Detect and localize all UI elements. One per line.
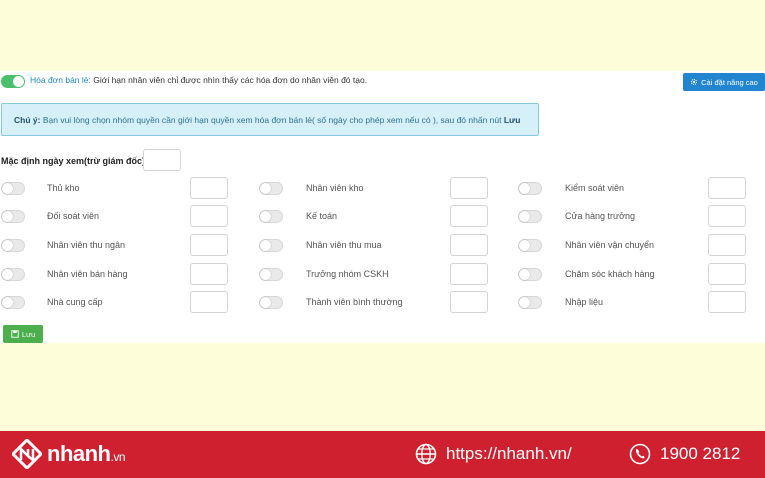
role-name: Cửa hàng trưởng [565,211,635,221]
role-name: Chăm sóc khách hàng [565,269,655,279]
role-days-input[interactable] [708,205,746,227]
role-toggle[interactable] [1,296,25,309]
footer-bar: nhanh.vn https://nhanh.vn/ 1900 2812 [0,431,765,478]
save-button[interactable]: Lưu [3,325,43,343]
role-name: Nhân viên bán hàng [47,269,128,279]
role-toggle[interactable] [1,268,25,281]
role-name: Nhân viên thu ngân [47,240,126,250]
role-days-input[interactable] [190,291,228,313]
notice-prefix: Chú ý: [14,115,41,125]
role-toggle[interactable] [259,210,283,223]
save-icon [11,330,19,338]
role-name: Nhân viên kho [306,183,364,193]
role-name: Nhà cung cấp [47,297,103,307]
default-days-input[interactable] [143,149,181,171]
notice-text: Bạn vui lòng chọn nhóm quyền cần giới hạ… [42,115,502,125]
brand-n-icon [12,439,42,469]
role-days-input[interactable] [450,234,488,256]
settings-panel: Hóa đơn bán lẻ: Giới hạn nhân viên chỉ đ… [0,71,765,343]
phone-text: 1900 2812 [660,444,741,463]
role-toggle[interactable] [1,182,25,195]
role-toggle[interactable] [259,268,283,281]
role-name: Thủ kho [47,183,80,193]
role-toggle[interactable] [259,239,283,252]
role-days-input[interactable] [190,177,228,199]
role-toggle[interactable] [518,296,542,309]
role-days-input[interactable] [190,263,228,285]
role-toggle[interactable] [518,210,542,223]
advanced-settings-label: Cài đặt nâng cao [701,77,758,87]
role-days-input[interactable] [450,177,488,199]
role-toggle[interactable] [518,182,542,195]
phone-contact[interactable]: 1900 2812 [629,443,740,465]
role-toggle[interactable] [518,239,542,252]
role-days-input[interactable] [708,234,746,256]
role-toggle[interactable] [259,296,283,309]
retail-invoice-toggle[interactable] [1,75,25,88]
role-days-input[interactable] [190,234,228,256]
role-name: Nhập liệu [565,297,604,307]
retail-invoice-label: Hóa đơn bán lẻ: [30,75,91,85]
advanced-settings-button[interactable]: Cài đặt nâng cao [683,73,765,91]
website-text: https://nhanh.vn/ [446,444,572,463]
role-toggle[interactable] [518,268,542,281]
role-name: Trưởng nhóm CSKH [306,269,389,279]
role-name: Kiểm soát viên [565,183,625,193]
retail-invoice-text: Giới hạn nhân viên chỉ được nhìn thấy cá… [93,75,368,85]
brand-logo: nhanh.vn [12,439,125,469]
globe-icon [415,443,437,465]
notice-action: Lưu [503,115,521,125]
role-days-input[interactable] [450,291,488,313]
role-name: Nhân viên thu mua [306,240,382,250]
role-toggle[interactable] [1,239,25,252]
role-name: Thành viên bình thường [306,297,403,307]
phone-icon [629,443,651,465]
role-name: Kế toán [306,211,338,221]
default-days-label: Mặc định ngày xem(trừ giám đốc) [1,156,146,166]
role-toggle[interactable] [259,182,283,195]
notice-box: Chú ý: Bạn vui lòng chọn nhóm quyền cần … [1,103,539,136]
website-link[interactable]: https://nhanh.vn/ [415,443,572,465]
role-days-input[interactable] [708,291,746,313]
role-days-input[interactable] [708,263,746,285]
role-days-input[interactable] [450,263,488,285]
role-days-input[interactable] [708,177,746,199]
role-name: Đối soát viên [47,211,100,221]
role-toggle[interactable] [1,210,25,223]
retail-invoice-description: Hóa đơn bán lẻ: Giới hạn nhân viên chỉ đ… [30,75,367,85]
role-days-input[interactable] [190,205,228,227]
role-days-input[interactable] [450,205,488,227]
brand-name: nhanh.vn [47,441,126,466]
gear-icon [691,78,698,86]
save-label: Lưu [21,329,36,339]
role-name: Nhân viên vận chuyển [565,240,655,250]
